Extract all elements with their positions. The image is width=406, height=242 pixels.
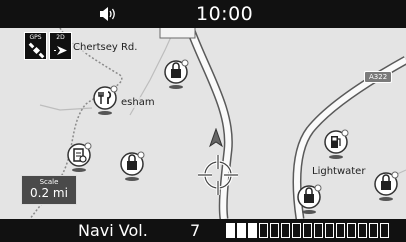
shopping-bag-poi-icon[interactable] — [372, 170, 402, 206]
volume-segment — [314, 223, 323, 238]
volume-segment — [358, 223, 367, 238]
scale-value: 0.2 mi — [30, 186, 68, 200]
restaurant-poi-icon[interactable] — [91, 84, 121, 120]
clipboard-poi-icon[interactable] — [65, 141, 95, 177]
navigation-screen: Chertsey Rd. esham Lightwater A322 10:00… — [0, 0, 406, 242]
gps-satellite-icon — [28, 42, 45, 59]
volume-segment — [336, 223, 345, 238]
shopping-bag-poi-icon[interactable] — [162, 58, 192, 94]
shopping-bag-poi-icon[interactable] — [118, 150, 148, 186]
place-label-esham: esham — [121, 97, 155, 108]
volume-segment — [347, 223, 356, 238]
gps-button[interactable]: GPS — [24, 32, 47, 60]
status-bar: 10:00 — [0, 0, 406, 28]
speaker-volume-icon[interactable] — [98, 6, 118, 22]
volume-segment — [325, 223, 334, 238]
volume-segment — [237, 223, 246, 238]
volume-segment — [369, 223, 378, 238]
crosshair-cursor-icon[interactable] — [196, 153, 240, 201]
volume-segment — [303, 223, 312, 238]
fuel-station-poi-icon[interactable] — [322, 128, 352, 164]
map-scale[interactable]: Scale 0.2 mi — [21, 175, 77, 205]
volume-segment — [259, 223, 268, 238]
navi-volume-value: 7 — [190, 221, 201, 240]
vehicle-position-icon — [208, 127, 224, 152]
volume-segment — [281, 223, 290, 238]
place-label-lightwater: Lightwater — [312, 166, 366, 177]
2d-view-button[interactable]: 2D — [49, 32, 72, 60]
volume-level-meter[interactable] — [226, 223, 389, 239]
volume-segment — [292, 223, 301, 238]
volume-segment — [226, 223, 235, 238]
navi-volume-label: Navi Vol. — [78, 221, 148, 240]
scale-title: Scale — [39, 178, 59, 186]
2d-heading-arrow-icon — [54, 46, 67, 55]
navi-volume-bar: Navi Vol. 7 — [0, 219, 406, 242]
2d-button-label: 2D — [56, 34, 65, 41]
volume-segment — [380, 223, 389, 238]
gps-button-label: GPS — [29, 34, 42, 41]
shopping-bag-poi-icon[interactable] — [295, 183, 325, 219]
volume-segment — [248, 223, 257, 238]
volume-segment — [270, 223, 279, 238]
clock: 10:00 — [196, 3, 254, 25]
road-label-chertsey: Chertsey Rd. — [73, 42, 138, 53]
road-badge-a322: A322 — [364, 71, 393, 83]
